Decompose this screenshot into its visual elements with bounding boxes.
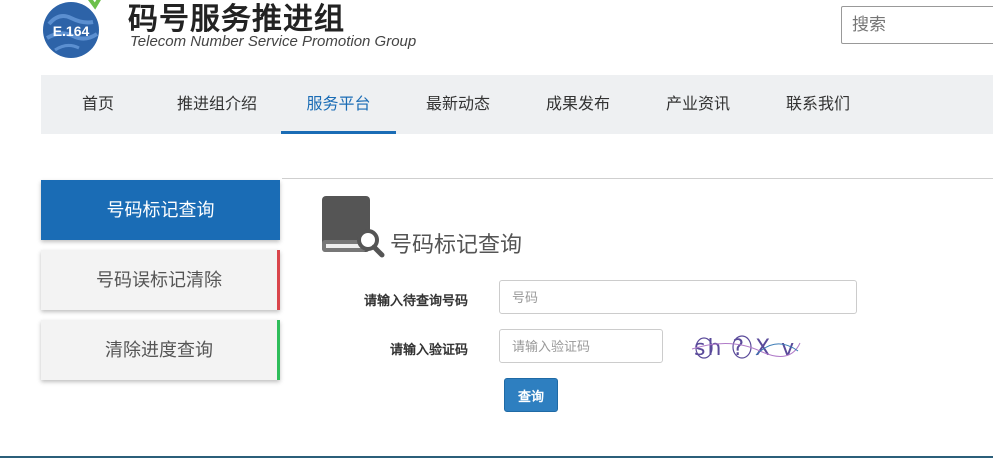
- nav-item-industry[interactable]: 产业资讯: [664, 75, 732, 134]
- content-divider: [282, 178, 993, 179]
- nav-item-results[interactable]: 成果发布: [544, 75, 612, 134]
- nav-item-news[interactable]: 最新动态: [424, 75, 492, 134]
- phone-number-input[interactable]: [499, 280, 857, 314]
- captcha-image[interactable]: sh ? X v: [690, 329, 802, 365]
- e164-logo: E.164: [43, 0, 101, 58]
- sidebar-item-mark-clear[interactable]: 号码误标记清除: [41, 250, 280, 310]
- book-search-icon: [322, 196, 385, 258]
- section-title: 号码标记查询: [390, 232, 523, 257]
- nav-item-home[interactable]: 首页: [77, 75, 119, 134]
- nav-item-about[interactable]: 推进组介绍: [174, 75, 260, 134]
- captcha-label: 请输入验证码: [389, 342, 468, 357]
- search-input[interactable]: [841, 6, 993, 44]
- sidebar-item-progress-query[interactable]: 清除进度查询: [41, 320, 280, 380]
- nav-item-contact[interactable]: 联系我们: [784, 75, 852, 134]
- sidebar-item-mark-query[interactable]: 号码标记查询: [41, 180, 280, 240]
- site-subtitle: Telecom Number Service Promotion Group: [130, 33, 417, 50]
- query-button[interactable]: 查询: [504, 378, 558, 412]
- captcha-input[interactable]: [499, 329, 663, 363]
- nav-item-services[interactable]: 服务平台: [281, 75, 396, 134]
- svg-text:E.164: E.164: [53, 23, 90, 39]
- phone-label: 请输入待查询号码: [363, 293, 468, 308]
- main-nav: 首页 推进组介绍 服务平台 最新动态 成果发布 产业资讯 联系我们: [41, 75, 993, 134]
